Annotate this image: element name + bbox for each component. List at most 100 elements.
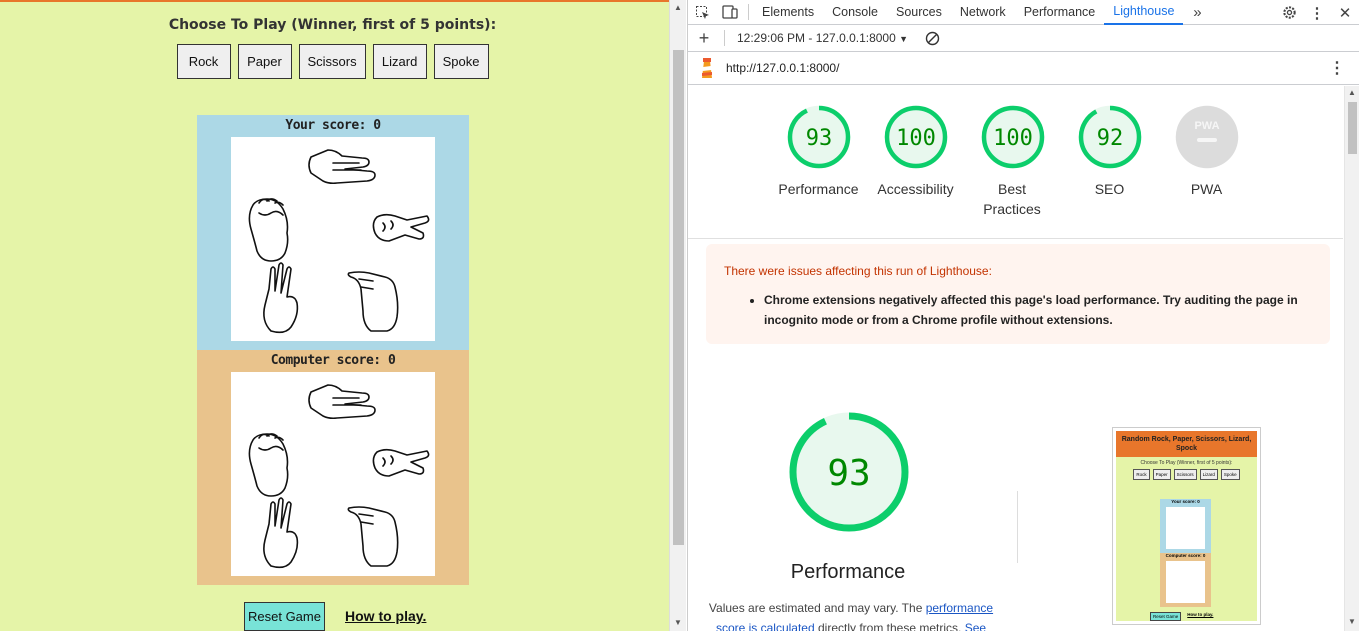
thumbnail-buttons: Rock Paper Scissors Lizard Spoke: [1116, 469, 1257, 480]
kebab-menu-icon[interactable]: ⋮: [1329, 58, 1345, 78]
tab-console[interactable]: Console: [823, 0, 887, 25]
game-scrollbar-thumb[interactable]: [673, 50, 684, 545]
tab-performance[interactable]: Performance: [1015, 0, 1105, 25]
thumbnail-button: Spoke: [1220, 469, 1240, 480]
hands-illustration: [248, 384, 430, 569]
gauge-dash: [1196, 138, 1217, 142]
thumbnail-button: Lizard: [1199, 469, 1218, 480]
game-page: Choose To Play (Winner, first of 5 point…: [0, 0, 669, 631]
thumbnail-footer: Reset Game How to play.: [1150, 612, 1213, 621]
gauge-ring: 92: [1078, 105, 1141, 169]
scroll-down-icon[interactable]: ▼: [674, 618, 682, 627]
thumbnail-title: Random Rock, Paper, Scissors, Lizard, Sp…: [1116, 431, 1257, 457]
tab-lighthouse[interactable]: Lighthouse: [1104, 0, 1184, 25]
devtools-panel: Elements Console Sources Network Perform…: [687, 0, 1359, 631]
gauge-ring: PWA: [1175, 105, 1238, 169]
audited-url[interactable]: http://127.0.0.1:8000/: [726, 61, 839, 75]
lighthouse-toolbar: + 12:29:06 PM - 127.0.0.1:8000 ▼: [688, 25, 1359, 52]
thumbnail-reset: Reset Game: [1150, 612, 1182, 621]
double-chevron-right-icon[interactable]: »: [1183, 0, 1211, 25]
player-score-panel: Your score: 0: [197, 115, 469, 350]
gauge-pwa[interactable]: PWA PWA: [1158, 104, 1255, 219]
kebab-menu-icon[interactable]: ⋮: [1303, 0, 1331, 25]
scissors-hand-icon: [372, 448, 430, 477]
thumbnail-page: Random Rock, Paper, Scissors, Lizard, Sp…: [1116, 431, 1257, 621]
spock-hand-icon: [263, 262, 299, 334]
tab-elements[interactable]: Elements: [753, 0, 823, 25]
thumbnail-button: Paper: [1152, 469, 1171, 480]
computer-hands-image: [231, 372, 435, 576]
thumbnail-button: Rock: [1133, 469, 1150, 480]
game-scrollbar[interactable]: ▲ ▼: [669, 0, 686, 631]
scroll-down-icon[interactable]: ▼: [1348, 617, 1356, 626]
gear-icon[interactable]: [1275, 0, 1303, 25]
gauge-label: Performance: [778, 181, 859, 197]
score-gauges: 93 Performance 100 Accessibility 100 Bes…: [770, 104, 1255, 219]
divider: [688, 238, 1343, 239]
report-scrollbar[interactable]: ▲ ▼: [1344, 86, 1359, 631]
performance-note: Values are estimated and may vary. The p…: [706, 598, 996, 631]
gauge-value: 92: [1096, 126, 1123, 151]
how-to-play-link[interactable]: How to play.: [345, 608, 426, 624]
tab-sources[interactable]: Sources: [887, 0, 951, 25]
gauge-accessibility[interactable]: 100 Accessibility: [867, 104, 964, 219]
gauge-value: PWA: [1194, 120, 1219, 132]
gauge-value: 100: [896, 126, 936, 151]
inspect-element-icon[interactable]: [688, 0, 716, 25]
rock-button[interactable]: Rock: [176, 44, 231, 79]
reset-game-button[interactable]: Reset Game: [244, 602, 325, 631]
report-scrollbar-thumb[interactable]: [1348, 102, 1357, 154]
clear-icon[interactable]: [918, 26, 946, 51]
caret-down-icon: ▼: [899, 34, 909, 44]
gauge-value: 100: [993, 126, 1033, 151]
scissors-hand-icon: [372, 213, 430, 242]
see-link[interactable]: See: [965, 621, 986, 631]
spock-hand-icon: [263, 497, 299, 569]
choice-buttons: Rock Paper Scissors Lizard Spoke: [0, 44, 665, 79]
page-screenshot-thumbnail[interactable]: Random Rock, Paper, Scissors, Lizard, Sp…: [1112, 427, 1261, 625]
gauge-ring: 93: [787, 105, 850, 169]
warning-item: Chrome extensions negatively affected th…: [764, 290, 1312, 330]
paper-button[interactable]: Paper: [237, 44, 292, 79]
lizard-button[interactable]: Lizard: [372, 44, 427, 79]
separator: [724, 30, 725, 46]
device-toggle-icon[interactable]: [716, 0, 744, 25]
devtools-tabbar: Elements Console Sources Network Perform…: [688, 0, 1359, 25]
scroll-up-icon[interactable]: ▲: [674, 3, 682, 12]
thumbnail-subtitle: Choose To Play (Winner, first of 5 point…: [1140, 460, 1233, 466]
lighthouse-urlbar: http://127.0.0.1:8000/ ⋮: [688, 52, 1359, 85]
plus-icon[interactable]: +: [688, 26, 720, 51]
player-hands-image: [231, 137, 435, 341]
lighthouse-report: 93 Performance 100 Accessibility 100 Bes…: [688, 86, 1343, 631]
thumbnail-computer-panel: Computer score: 0: [1160, 553, 1211, 607]
lighthouse-icon: [688, 57, 726, 79]
warning-title: There were issues affecting this run of …: [724, 264, 992, 278]
thumbnail-hands: [1166, 561, 1205, 603]
scroll-up-icon[interactable]: ▲: [1348, 88, 1356, 97]
report-selector[interactable]: 12:29:06 PM - 127.0.0.1:8000 ▼: [729, 31, 908, 45]
gauge-label: PWA: [1190, 181, 1223, 197]
close-icon[interactable]: ✕: [1331, 0, 1359, 25]
note-text: Values are estimated and may vary. The: [708, 601, 926, 615]
thumbnail-player-panel: Your score: 0: [1160, 499, 1211, 553]
gauge-performance[interactable]: 93 Performance: [770, 104, 867, 219]
paper-hand-icon: [308, 384, 376, 420]
lizard-hand-icon: [347, 271, 399, 332]
hands-illustration: [248, 149, 430, 334]
separator: [748, 4, 749, 20]
computer-score-panel: Computer score: 0: [197, 350, 469, 585]
performance-big-gauge: 93: [788, 411, 910, 538]
tab-network[interactable]: Network: [951, 0, 1015, 25]
spock-button[interactable]: Spoke: [433, 44, 489, 79]
scissors-button[interactable]: Scissors: [298, 44, 366, 79]
gauge-label: Best Practices: [983, 181, 1041, 217]
lizard-hand-icon: [347, 506, 399, 567]
note-text: directly from these metrics.: [814, 621, 965, 631]
gauge-label: Accessibility: [877, 181, 954, 197]
thumbnail-howto: How to play.: [1187, 612, 1214, 617]
gauge-value: 93: [827, 453, 870, 494]
gauge-best-practices[interactable]: 100 Best Practices: [964, 104, 1061, 219]
thumbnail-computer-score: Computer score: 0: [1165, 553, 1206, 558]
gauge-seo[interactable]: 92 SEO: [1061, 104, 1158, 219]
gauge-ring: 100: [884, 105, 947, 169]
